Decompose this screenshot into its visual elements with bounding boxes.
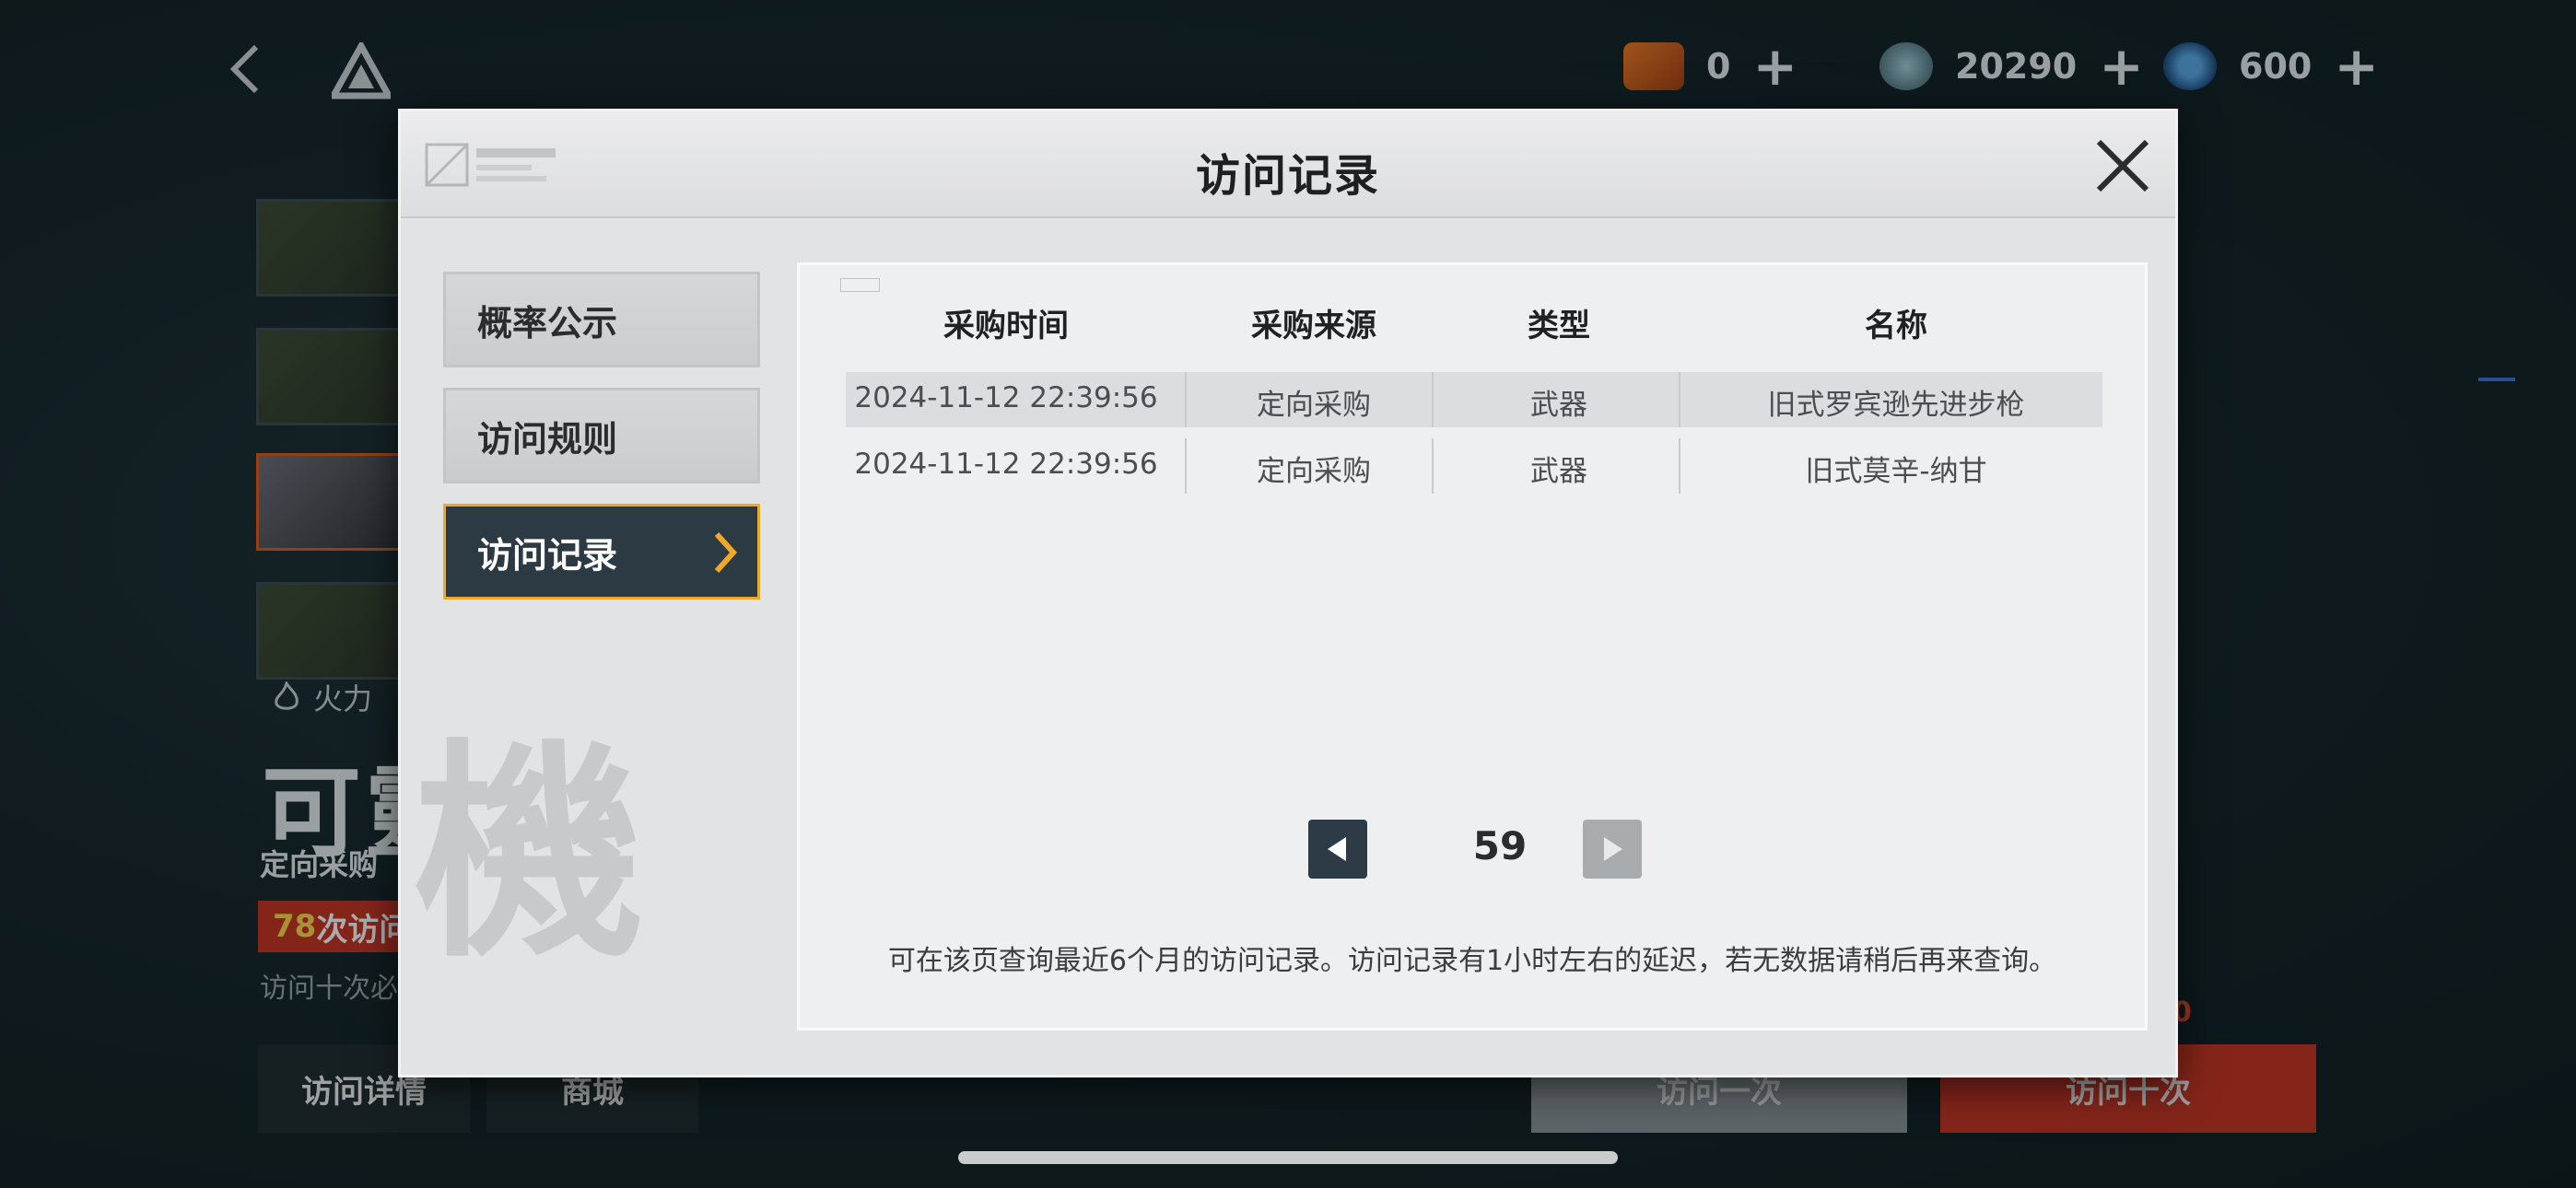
panel-tag-decoration — [840, 278, 881, 292]
table-row: 2024-11-12 22:39:56 定向采购 武器 旧式莫辛-纳甘 — [846, 438, 2102, 494]
triangle-right-icon — [1604, 837, 1622, 861]
dialog-header: 访问记录 — [401, 111, 2175, 218]
close-button[interactable] — [2090, 134, 2155, 198]
access-records-dialog: 访问记录 機 概率公示 访问规则 访问记录 采购时间 采购来源 类型 名称 20… — [398, 109, 2178, 1077]
table-header: 采购时间 采购来源 类型 名称 — [800, 300, 2145, 355]
nav-rules[interactable]: 访问规则 — [443, 388, 760, 483]
col-header-source: 采购来源 — [1251, 308, 1376, 344]
nav-label: 概率公示 — [477, 302, 618, 344]
nav-label: 访问规则 — [477, 418, 618, 460]
col-header-time: 采购时间 — [943, 308, 1069, 344]
cell-source: 定向采购 — [1257, 455, 1371, 488]
table-row: 2024-11-12 22:39:56 定向采购 武器 旧式罗宾逊先进步枪 — [846, 372, 2102, 427]
next-page-button[interactable] — [1583, 820, 1642, 879]
dialog-title: 访问记录 — [1195, 150, 1380, 202]
cell-time: 2024-11-12 22:39:56 — [854, 381, 1158, 414]
cell-name: 旧式罗宾逊先进步枪 — [1767, 389, 2025, 422]
nav-probability[interactable]: 概率公示 — [443, 272, 760, 367]
nav-label: 访问记录 — [477, 534, 618, 576]
col-header-type: 类型 — [1528, 308, 1590, 344]
chevron-right-icon — [714, 531, 738, 574]
close-icon — [2096, 139, 2149, 192]
col-header-name: 名称 — [1865, 308, 1927, 344]
cell-type: 武器 — [1530, 389, 1587, 422]
records-panel: 采购时间 采购来源 类型 名称 2024-11-12 22:39:56 定向采购… — [797, 262, 2148, 1031]
prev-page-button[interactable] — [1308, 820, 1367, 879]
pagination: 59 — [800, 818, 2145, 882]
cell-time: 2024-11-12 22:39:56 — [854, 448, 1158, 481]
home-indicator[interactable] — [958, 1151, 1618, 1164]
page-number: 59 — [1472, 823, 1528, 868]
cell-name: 旧式莫辛-纳甘 — [1805, 455, 1987, 488]
nav-records[interactable]: 访问记录 — [443, 504, 760, 600]
cell-source: 定向采购 — [1257, 389, 1371, 422]
triangle-left-icon — [1328, 837, 1346, 861]
cell-type: 武器 — [1530, 455, 1587, 488]
kanji-watermark: 機 — [414, 717, 644, 988]
records-note: 可在该页查询最近6个月的访问记录。访问记录有1小时左右的延迟，若无数据请稍后再来… — [887, 945, 2057, 977]
